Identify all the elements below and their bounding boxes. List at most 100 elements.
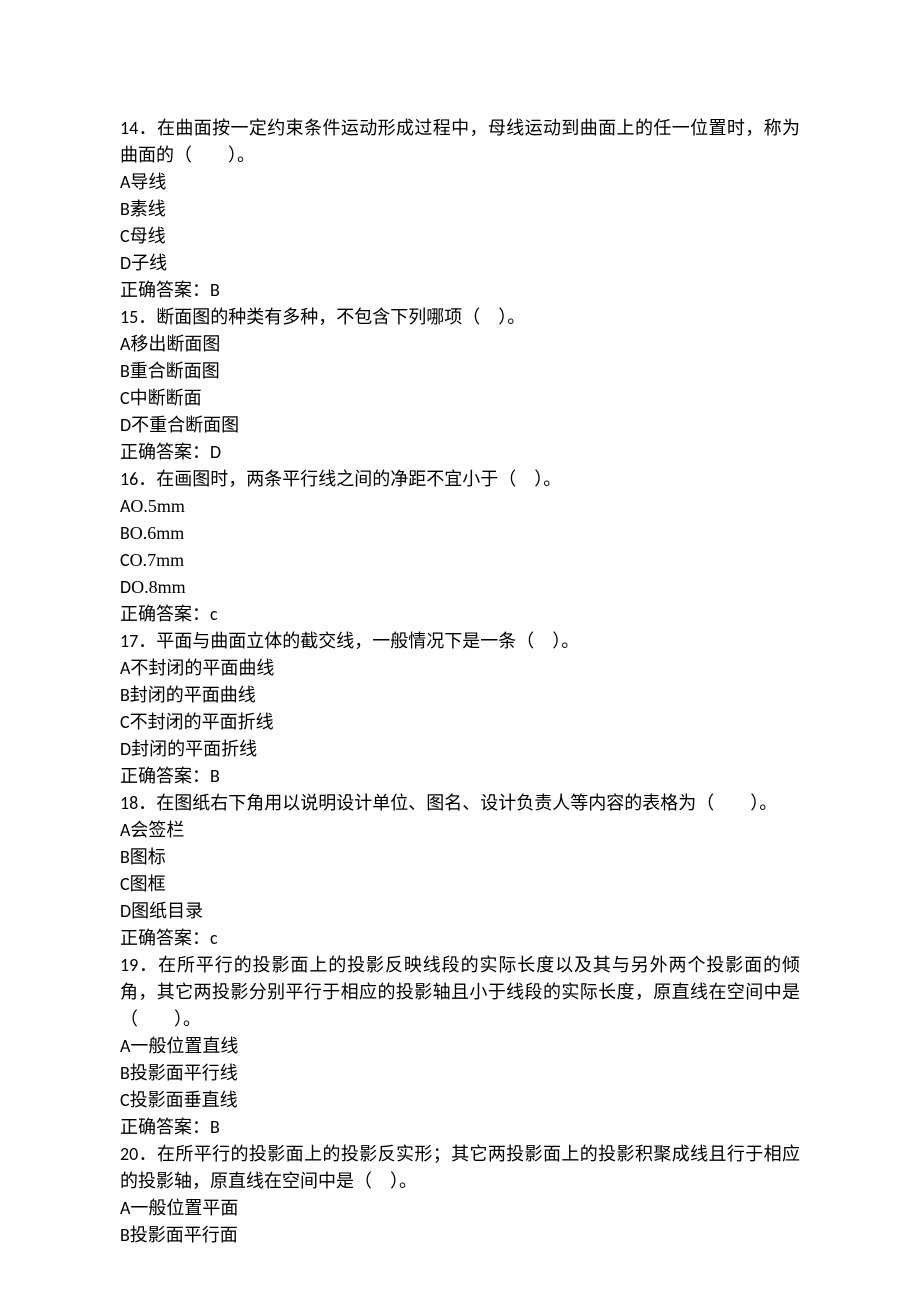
question-number: 16 xyxy=(120,468,138,490)
option-letter: B xyxy=(120,1224,130,1246)
option-letter: A xyxy=(120,171,130,193)
option-text: 母线 xyxy=(130,226,166,246)
option-line: CO.7mm xyxy=(120,547,800,574)
option-line: D封闭的平面折线 xyxy=(120,736,800,763)
option-line: C投影面垂直线 xyxy=(120,1087,800,1114)
option-letter: B xyxy=(120,846,130,868)
option-text: 移出断面图 xyxy=(130,334,220,354)
answer-value: c xyxy=(210,927,218,949)
option-text: 图纸目录 xyxy=(131,901,203,921)
option-letter: A xyxy=(120,657,130,679)
option-text: 封闭的平面曲线 xyxy=(130,685,256,705)
option-text: O.7mm xyxy=(130,550,185,570)
option-line: D子线 xyxy=(120,250,800,277)
option-letter: A xyxy=(120,1035,130,1057)
question-stem: 19．在所平行的投影面上的投影反映线段的实际长度以及其与另外两个投影面的倾角，其… xyxy=(120,952,800,1033)
question-text: ．在所平行的投影面上的投影反实形；其它两投影面上的投影积聚成线且行于相应的投影轴… xyxy=(120,1144,800,1191)
option-line: D不重合断面图 xyxy=(120,412,800,439)
option-text: 图标 xyxy=(130,847,166,867)
question-text: ．平面与曲面立体的截交线，一般情况下是一条（ ）。 xyxy=(138,631,579,651)
option-letter: A xyxy=(120,819,130,841)
option-line: A导线 xyxy=(120,169,800,196)
question-block: 15．断面图的种类有多种，不包含下列哪项（ ）。A移出断面图B重合断面图C中断断… xyxy=(120,304,800,466)
question-block: 18．在图纸右下角用以说明设计单位、图名、设计负责人等内容的表格为（ ）。A会签… xyxy=(120,790,800,952)
option-text: 会签栏 xyxy=(130,820,184,840)
answer-line: 正确答案：B xyxy=(120,1114,800,1141)
option-letter: C xyxy=(120,549,130,571)
option-text: 素线 xyxy=(130,199,166,219)
question-text: ．在图纸右下角用以说明设计单位、图名、设计负责人等内容的表格为（ ）。 xyxy=(138,793,777,813)
option-letter: B xyxy=(120,1062,130,1084)
option-line: B封闭的平面曲线 xyxy=(120,682,800,709)
answer-line: 正确答案：B xyxy=(120,763,800,790)
option-line: B素线 xyxy=(120,196,800,223)
option-text: 一般位置直线 xyxy=(130,1036,238,1056)
option-text: 一般位置平面 xyxy=(130,1198,238,1218)
question-text: ．断面图的种类有多种，不包含下列哪项（ ）。 xyxy=(138,307,525,327)
option-letter: A xyxy=(120,1197,130,1219)
question-number: 19 xyxy=(120,954,138,976)
question-number: 20 xyxy=(120,1143,138,1165)
answer-value: B xyxy=(210,279,220,301)
answer-label: 正确答案： xyxy=(120,928,210,948)
answer-label: 正确答案： xyxy=(120,442,210,462)
question-stem: 17．平面与曲面立体的截交线，一般情况下是一条（ ）。 xyxy=(120,628,800,655)
option-letter: D xyxy=(120,576,131,598)
answer-label: 正确答案： xyxy=(120,1117,210,1137)
question-block: 19．在所平行的投影面上的投影反映线段的实际长度以及其与另外两个投影面的倾角，其… xyxy=(120,952,800,1141)
option-letter: D xyxy=(120,900,131,922)
option-text: 不封闭的平面折线 xyxy=(130,712,274,732)
option-letter: C xyxy=(120,387,130,409)
option-line: BO.6mm xyxy=(120,520,800,547)
option-letter: B xyxy=(120,522,130,544)
document-page: 14．在曲面按一定约束条件运动形成过程中，母线运动到曲面上的任一位置时，称为曲面… xyxy=(0,0,920,1309)
answer-line: 正确答案：c xyxy=(120,601,800,628)
question-stem: 14．在曲面按一定约束条件运动形成过程中，母线运动到曲面上的任一位置时，称为曲面… xyxy=(120,115,800,169)
option-text: 子线 xyxy=(131,253,167,273)
option-text: 重合断面图 xyxy=(130,361,220,381)
question-stem: 20．在所平行的投影面上的投影反实形；其它两投影面上的投影积聚成线且行于相应的投… xyxy=(120,1141,800,1195)
option-letter: C xyxy=(120,711,130,733)
option-line: C母线 xyxy=(120,223,800,250)
option-text: 投影面平行面 xyxy=(130,1225,238,1245)
option-text: 不封闭的平面曲线 xyxy=(130,658,274,678)
option-letter: A xyxy=(120,495,130,517)
option-line: A会签栏 xyxy=(120,817,800,844)
answer-label: 正确答案： xyxy=(120,280,210,300)
option-line: B图标 xyxy=(120,844,800,871)
option-letter: D xyxy=(120,414,131,436)
question-number: 17 xyxy=(120,630,138,652)
option-line: A不封闭的平面曲线 xyxy=(120,655,800,682)
option-letter: B xyxy=(120,684,130,706)
option-letter: C xyxy=(120,873,130,895)
option-line: A移出断面图 xyxy=(120,331,800,358)
option-line: B投影面平行线 xyxy=(120,1060,800,1087)
option-letter: B xyxy=(120,198,130,220)
question-block: 17．平面与曲面立体的截交线，一般情况下是一条（ ）。A不封闭的平面曲线B封闭的… xyxy=(120,628,800,790)
option-text: 投影面垂直线 xyxy=(130,1090,238,1110)
question-number: 18 xyxy=(120,792,138,814)
answer-value: B xyxy=(210,765,220,787)
question-block: 14．在曲面按一定约束条件运动形成过程中，母线运动到曲面上的任一位置时，称为曲面… xyxy=(120,115,800,304)
answer-line: 正确答案：D xyxy=(120,439,800,466)
question-stem: 15．断面图的种类有多种，不包含下列哪项（ ）。 xyxy=(120,304,800,331)
option-line: C不封闭的平面折线 xyxy=(120,709,800,736)
option-text: O.8mm xyxy=(131,577,186,597)
option-letter: D xyxy=(120,252,131,274)
question-number: 15 xyxy=(120,306,138,328)
option-text: 不重合断面图 xyxy=(131,415,239,435)
option-line: C中断断面 xyxy=(120,385,800,412)
answer-line: 正确答案：B xyxy=(120,277,800,304)
question-text: ．在所平行的投影面上的投影反映线段的实际长度以及其与另外两个投影面的倾角，其它两… xyxy=(120,955,800,1029)
question-block: 16．在画图时，两条平行线之间的净距不宜小于（ ）。AO.5mmBO.6mmCO… xyxy=(120,466,800,628)
answer-line: 正确答案：c xyxy=(120,925,800,952)
question-stem: 16．在画图时，两条平行线之间的净距不宜小于（ ）。 xyxy=(120,466,800,493)
question-stem: 18．在图纸右下角用以说明设计单位、图名、设计负责人等内容的表格为（ ）。 xyxy=(120,790,800,817)
option-text: 投影面平行线 xyxy=(130,1063,238,1083)
option-letter: B xyxy=(120,360,130,382)
option-line: AO.5mm xyxy=(120,493,800,520)
option-letter: D xyxy=(120,738,131,760)
option-text: 中断断面 xyxy=(130,388,202,408)
question-text: ．在画图时，两条平行线之间的净距不宜小于（ ）。 xyxy=(138,469,561,489)
option-line: D图纸目录 xyxy=(120,898,800,925)
